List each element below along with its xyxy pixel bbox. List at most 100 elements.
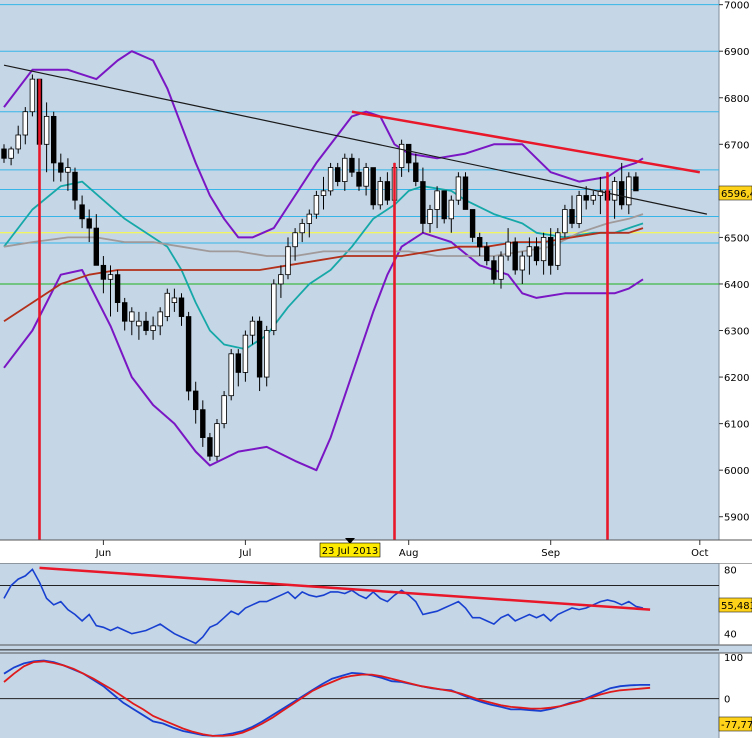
candle-down: [58, 162, 64, 173]
candle-up: [43, 115, 50, 145]
candle-up: [271, 283, 277, 331]
stoch-tag: -77,77: [718, 716, 752, 732]
candle-up: [214, 423, 220, 457]
time-tick-label: Aug: [399, 548, 419, 559]
candle-up: [249, 320, 256, 336]
candle-up: [427, 209, 433, 224]
candle-up: [171, 297, 178, 303]
candle-down: [100, 264, 107, 280]
rsi-tag-label: 55,483: [721, 601, 752, 612]
candle-down: [405, 143, 412, 164]
candle-up: [292, 232, 298, 248]
candle-up: [562, 209, 568, 234]
price-tick-label: 6100: [724, 420, 749, 431]
candle-up: [228, 353, 234, 397]
candle-up: [107, 274, 114, 280]
candle-down: [583, 195, 589, 201]
rsi-panel[interactable]: 406080: [0, 562, 752, 651]
candle-down: [93, 227, 99, 266]
price-tag: 6596,4: [718, 185, 752, 201]
candle-up: [15, 134, 21, 150]
candle-down: [143, 320, 149, 331]
candle-down: [469, 209, 476, 238]
candle-up: [398, 143, 405, 168]
candle-down: [491, 260, 497, 280]
price-tag-label: 6596,4: [721, 189, 752, 200]
candle-up: [434, 190, 440, 210]
candle-down: [185, 316, 192, 392]
time-tick-label: Sep: [541, 548, 560, 559]
candle-up: [455, 176, 462, 201]
candle-up: [22, 111, 28, 136]
candle-down: [370, 167, 376, 206]
candle-up: [626, 176, 632, 206]
candle-down: [462, 176, 469, 210]
candle-up: [519, 255, 525, 271]
candle-down: [334, 167, 341, 182]
candle-down: [484, 246, 490, 262]
candle-up: [150, 325, 156, 331]
price-tick-label: 6200: [724, 373, 749, 384]
candle-up: [299, 223, 305, 234]
price-tick-label: 6900: [724, 47, 749, 58]
candle-down: [200, 409, 206, 438]
candle-up: [285, 246, 291, 276]
stoch-tag-label: -77,77: [721, 720, 752, 731]
candle-down: [619, 181, 625, 206]
candle-up: [590, 195, 596, 201]
price-plot-area: [0, 0, 719, 540]
candle-up: [377, 181, 383, 206]
chart-canvas: 5900600061006200630064006500660067006800…: [0, 0, 752, 738]
rsi-plot-area: [0, 563, 719, 645]
stoch-tick-label: 0: [724, 695, 730, 706]
rsi-tick-label: 80: [724, 565, 737, 576]
time-tick-label: Oct: [691, 548, 708, 559]
candle-up: [65, 167, 71, 173]
price-tick-label: 6500: [724, 233, 749, 244]
price-panel[interactable]: 5900600061006200630064006500660067006800…: [0, 0, 752, 603]
candle-down: [413, 162, 419, 182]
candle-up: [263, 330, 270, 378]
price-tick-label: 5900: [724, 513, 749, 524]
candle-down: [79, 204, 85, 220]
candle-down: [441, 190, 447, 220]
candle-up: [555, 232, 561, 266]
candle-up: [164, 292, 170, 317]
stochastic-panel[interactable]: 0 100: [0, 652, 752, 738]
candle-down: [86, 218, 92, 229]
candle-down: [1, 148, 7, 159]
candle-down: [51, 115, 57, 164]
candle-down: [207, 437, 213, 457]
candle-up: [320, 190, 327, 196]
candle-up: [526, 246, 533, 257]
candle-up: [327, 167, 334, 192]
candle-up: [498, 255, 504, 280]
date-marker-label: 23 Jul 2013: [322, 546, 379, 557]
candle-up: [576, 195, 582, 224]
candle-down: [420, 181, 426, 224]
candle-up: [448, 199, 454, 220]
candle-up: [313, 195, 320, 215]
candle-down: [476, 237, 483, 248]
rsi-tag: 55,483: [718, 597, 752, 613]
candle-up: [129, 311, 135, 322]
candle-up: [540, 237, 547, 262]
candle-down: [512, 241, 518, 271]
candle-up: [157, 311, 163, 327]
candle-up: [363, 167, 369, 187]
candle-down: [256, 320, 263, 378]
candle-down: [72, 171, 78, 201]
candle-up: [8, 148, 14, 159]
price-tick-label: 6700: [724, 140, 749, 151]
price-axis-area: [719, 0, 752, 540]
candle-up: [505, 241, 511, 257]
stoch-plot-area: [0, 653, 719, 738]
candle-up: [306, 213, 312, 224]
candle-up: [342, 157, 348, 182]
candle-up: [136, 320, 142, 327]
candle-down: [235, 353, 241, 373]
candle-up: [29, 78, 36, 113]
candle-down: [178, 297, 185, 317]
stoch-tick-label: 100: [724, 653, 743, 664]
price-tick-label: 6400: [724, 280, 749, 291]
